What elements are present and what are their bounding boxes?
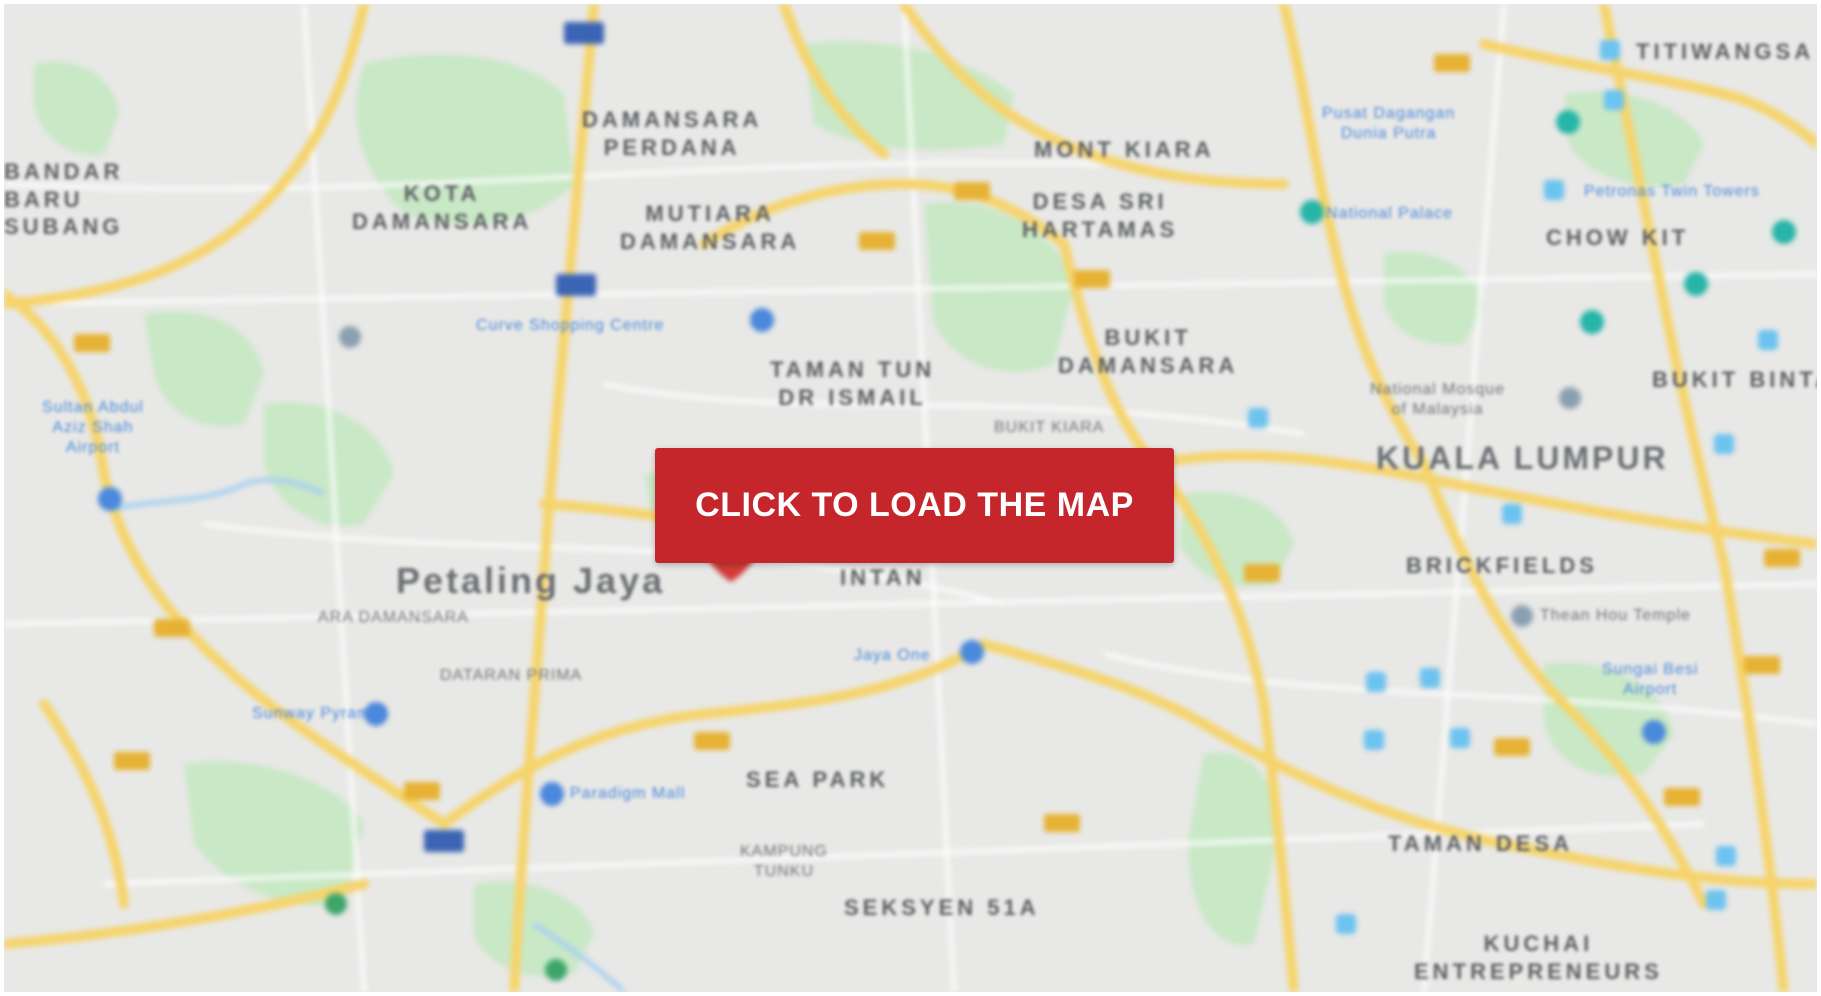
map-container: BANDAR BARU SUBANG KOTA DAMANSARA DAMANS… — [4, 4, 1817, 992]
load-map-button[interactable]: CLICK TO LOAD THE MAP — [655, 448, 1174, 563]
